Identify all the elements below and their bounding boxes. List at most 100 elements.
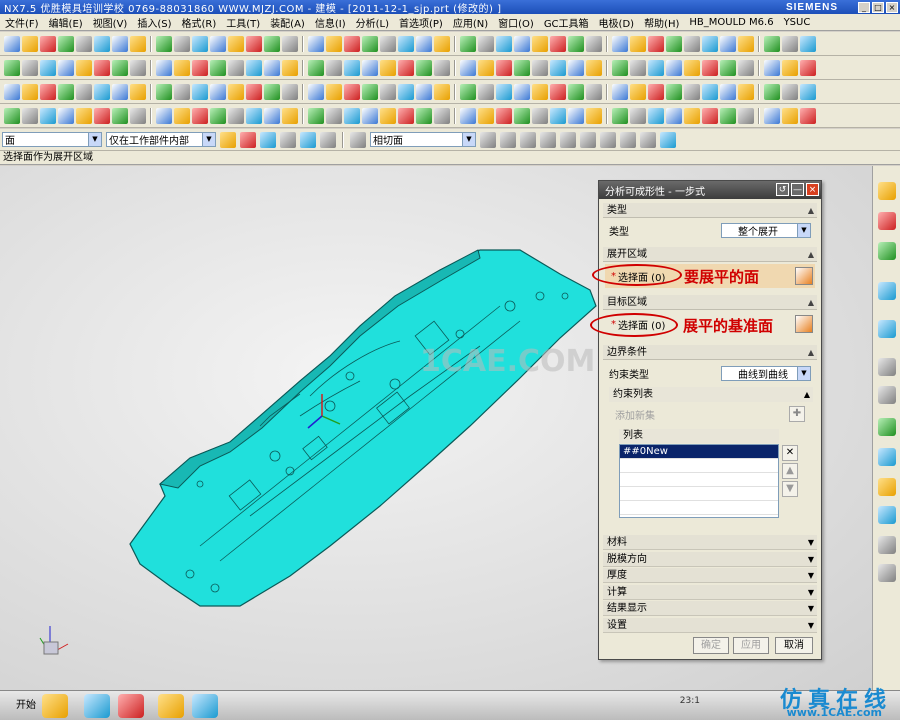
list-item[interactable] [620,473,778,487]
toolbar-2-button-45-icon[interactable] [764,59,780,76]
move-down-icon[interactable]: ▼ [782,481,798,497]
toolbar-4-button-40-icon[interactable] [684,107,700,124]
toolbar-3-button-3-icon[interactable] [58,83,74,100]
menu-item-12[interactable]: GC工具箱 [539,15,594,30]
document-icon[interactable] [878,564,896,582]
apply-button[interactable]: 应用 [733,637,769,654]
taskbar-app-1-icon[interactable] [42,694,68,718]
toolbar-4-button-38-icon[interactable] [648,107,664,124]
toolbar-1-button-47-icon[interactable] [800,35,816,52]
toolbar-3-button-2-icon[interactable] [40,83,56,100]
toolbar-4-button-28-icon[interactable] [478,107,494,124]
toolbar-3-button-7-icon[interactable] [130,83,146,100]
toolbar-4-button-9-icon[interactable] [156,107,172,124]
toolbar-1-button-16-icon[interactable] [282,35,298,52]
toolbar-2-button-31-icon[interactable] [532,59,548,76]
toolbar-3-button-36-icon[interactable] [612,83,628,100]
toolbar-1-button-19-icon[interactable] [326,35,342,52]
toolbar-2-button-6-icon[interactable] [112,59,128,76]
toolbar-1-button-27-icon[interactable] [460,35,476,52]
toolbar-2-button-25-icon[interactable] [434,59,450,76]
cube-icon[interactable] [660,131,676,148]
toolbar-2-button-12-icon[interactable] [210,59,226,76]
toolbar-1-button-1-icon[interactable] [22,35,38,52]
toolbar-3-button-29-icon[interactable] [496,83,512,100]
toolbar-3-button-39-icon[interactable] [666,83,682,100]
type-filter-select[interactable]: 面 ▼ [2,132,102,147]
toolbar-1-button-39-icon[interactable] [666,35,682,52]
target-region-header[interactable]: 目标区域 ▲ [603,295,817,310]
toolbar-4-button-42-icon[interactable] [720,107,736,124]
toolbar-2-button-46-icon[interactable] [782,59,798,76]
toolbar-3-button-34-icon[interactable] [586,83,602,100]
add-set-icon[interactable]: ✚ [789,406,805,422]
toolbar-4-button-30-icon[interactable] [514,107,530,124]
toolbar-4-button-15-icon[interactable] [264,107,280,124]
arrow-right-icon[interactable] [480,131,496,148]
toolbar-3-button-11-icon[interactable] [192,83,208,100]
collapsed-section-3[interactable]: 计算 ▼ [603,584,817,600]
toolbar-2-button-11-icon[interactable] [192,59,208,76]
constraint-list[interactable]: ##0New [619,444,779,518]
toolbar-1-button-30-icon[interactable] [514,35,530,52]
point-icon[interactable] [320,131,336,148]
toolbar-1-button-25-icon[interactable] [434,35,450,52]
toolbar-4-button-37-icon[interactable] [630,107,646,124]
toolbar-3-button-24-icon[interactable] [416,83,432,100]
collapsed-section-4[interactable]: 结果显示 ▼ [603,601,817,616]
toolbar-4-button-47-icon[interactable] [800,107,816,124]
toolbar-1-button-11-icon[interactable] [192,35,208,52]
type-section-header[interactable]: 类型 ▲ [603,203,817,218]
toolbar-1-button-12-icon[interactable] [210,35,226,52]
toolbar-3-button-46-icon[interactable] [782,83,798,100]
toolbar-4-button-24-icon[interactable] [416,107,432,124]
toolbar-3-button-37-icon[interactable] [630,83,646,100]
delete-icon[interactable]: ✕ [782,445,798,461]
part-navigator-icon[interactable] [878,242,896,260]
list-item[interactable] [620,459,778,473]
process-studio-icon[interactable] [878,418,896,436]
toolbar-4-button-41-icon[interactable] [702,107,718,124]
toolbar-3-button-19-icon[interactable] [326,83,342,100]
toolbar-1-button-13-icon[interactable] [228,35,244,52]
list-item[interactable] [620,501,778,515]
maximize-button[interactable]: □ [872,1,884,13]
toolbar-3-button-16-icon[interactable] [282,83,298,100]
menu-item-6[interactable]: 装配(A) [265,15,310,30]
end-snap-icon[interactable] [540,131,556,148]
toolbar-4-button-3-icon[interactable] [58,107,74,124]
toolbar-3-button-25-icon[interactable] [434,83,450,100]
toolbar-4-button-6-icon[interactable] [112,107,128,124]
toolbar-2-button-29-icon[interactable] [496,59,512,76]
toolbar-4-button-21-icon[interactable] [362,107,378,124]
toolbar-1-button-14-icon[interactable] [246,35,262,52]
menu-item-8[interactable]: 分析(L) [351,15,394,30]
toolbar-4-button-7-icon[interactable] [130,107,146,124]
toolbar-2-button-41-icon[interactable] [702,59,718,76]
toolbar-1-button-23-icon[interactable] [398,35,414,52]
toolbar-3-button-14-icon[interactable] [246,83,262,100]
toolbar-2-button-10-icon[interactable] [174,59,190,76]
toolbar-4-button-0-icon[interactable] [4,107,20,124]
face-select-icon[interactable] [795,267,813,285]
toolbar-1-button-40-icon[interactable] [684,35,700,52]
toolbar-2-button-19-icon[interactable] [326,59,342,76]
toolbar-3-button-27-icon[interactable] [460,83,476,100]
toolbar-2-button-9-icon[interactable] [156,59,172,76]
toolbar-2-button-13-icon[interactable] [228,59,244,76]
toolbar-4-button-12-icon[interactable] [210,107,226,124]
toolbar-2-button-38-icon[interactable] [648,59,664,76]
palette-icon[interactable] [878,536,896,554]
toolbar-1-button-29-icon[interactable] [496,35,512,52]
system-materials-icon[interactable] [878,386,896,404]
toolbar-2-button-47-icon[interactable] [800,59,816,76]
toolbar-2-button-30-icon[interactable] [514,59,530,76]
toolbar-2-button-33-icon[interactable] [568,59,584,76]
toolbar-4-button-18-icon[interactable] [308,107,324,124]
cancel-button[interactable]: 取消 [775,637,813,654]
toolbar-3-button-38-icon[interactable] [648,83,664,100]
toolbar-2-button-21-icon[interactable] [362,59,378,76]
menu-item-3[interactable]: 插入(S) [132,15,176,30]
circle-snap-icon[interactable] [580,131,596,148]
toolbar-3-button-30-icon[interactable] [514,83,530,100]
